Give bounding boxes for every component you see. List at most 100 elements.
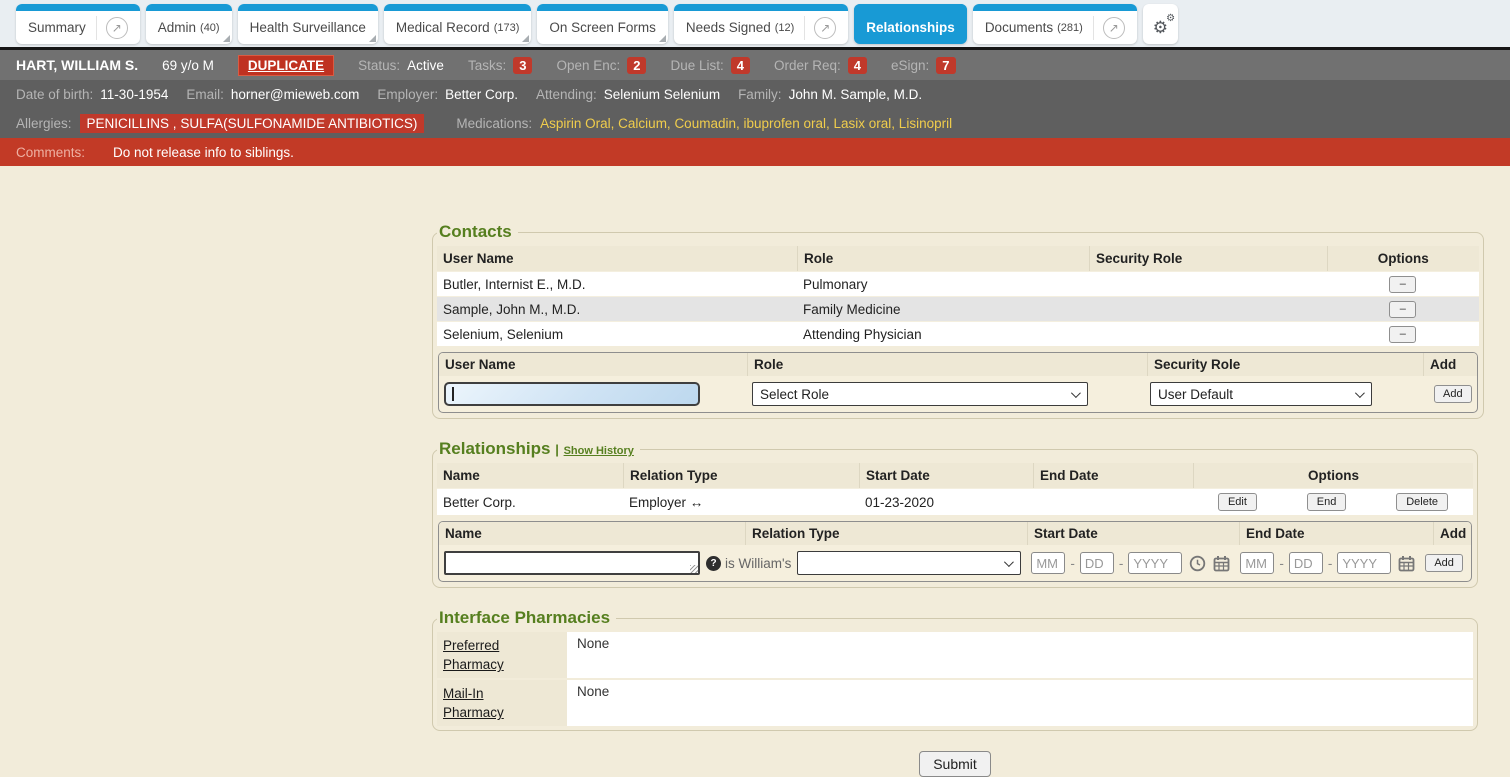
edit-relationship-button[interactable]: Edit: [1218, 493, 1257, 511]
duplicate-flag[interactable]: DUPLICATE: [238, 55, 334, 76]
add-contact-button[interactable]: Add: [1434, 385, 1472, 403]
tab-settings[interactable]: ⚙⚙: [1143, 4, 1178, 44]
contacts-header-role: Role: [797, 246, 1089, 271]
family-label: Family:: [738, 87, 782, 102]
chevron-down-icon: [1071, 388, 1081, 398]
clock-icon[interactable]: [1189, 555, 1206, 572]
add-rel-header-type: Relation Type: [745, 522, 1027, 545]
end-month-input[interactable]: [1240, 552, 1274, 574]
preferred-pharmacy-link[interactable]: Preferred Pharmacy: [443, 636, 535, 674]
tasks-label: Tasks:: [468, 58, 506, 73]
start-year-input[interactable]: [1128, 552, 1182, 574]
relationships-section: Relationships | Show History Name Relati…: [432, 439, 1478, 588]
date-separator: -: [1070, 556, 1075, 571]
mail-in-pharmacy-link[interactable]: Mail-In Pharmacy: [443, 684, 535, 722]
table-row: Sample, John M., M.D. Family Medicine –: [437, 296, 1479, 321]
contact-user: Selenium, Selenium: [437, 327, 797, 342]
relation-type-select[interactable]: [797, 551, 1021, 575]
tab-label: On Screen Forms: [549, 20, 656, 35]
email-value: horner@mieweb.com: [231, 87, 360, 102]
delete-relationship-button[interactable]: Delete: [1396, 493, 1448, 511]
remove-contact-button[interactable]: –: [1389, 301, 1416, 318]
relationship-name-input[interactable]: [444, 551, 700, 575]
email-label: Email:: [186, 87, 224, 102]
comments-bar: Comments: Do not release info to sibling…: [0, 138, 1510, 166]
submit-button[interactable]: Submit: [919, 751, 991, 777]
calendar-icon[interactable]: [1398, 555, 1415, 572]
start-month-input[interactable]: [1031, 552, 1065, 574]
status-label: Status:: [358, 58, 400, 73]
allergies-value[interactable]: PENICILLINS , SULFA(SULFONAMIDE ANTIBIOT…: [80, 114, 425, 133]
tab-count: (173): [494, 22, 520, 34]
patient-banner-row-3: Allergies: PENICILLINS , SULFA(SULFONAMI…: [0, 109, 1510, 138]
remove-contact-button[interactable]: –: [1389, 326, 1416, 343]
rel-header-options: Options: [1193, 463, 1473, 488]
date-separator: -: [1328, 556, 1333, 571]
add-contact-input-row: Select Role User Default Add: [439, 376, 1477, 412]
medications-value[interactable]: Aspirin Oral, Calcium, Coumadin, ibuprof…: [540, 116, 952, 131]
show-history-link[interactable]: Show History: [564, 445, 634, 457]
preferred-pharmacy-value: None: [567, 632, 619, 678]
contact-role-select[interactable]: Select Role: [752, 382, 1088, 406]
open-enc-badge[interactable]: 2: [627, 57, 646, 74]
tab-summary[interactable]: Summary ↗: [16, 4, 140, 44]
dob-label: Date of birth:: [16, 87, 93, 102]
tab-admin[interactable]: Admin (40): [146, 4, 232, 44]
tab-documents[interactable]: Documents (281) ↗: [973, 4, 1137, 44]
tab-on-screen-forms[interactable]: On Screen Forms: [537, 4, 668, 44]
remove-contact-button[interactable]: –: [1389, 276, 1416, 293]
selected-security-role: User Default: [1158, 387, 1233, 402]
tasks-badge[interactable]: 3: [513, 57, 532, 74]
allergies-label: Allergies:: [16, 116, 72, 131]
due-list-badge[interactable]: 4: [731, 57, 750, 74]
tab-health-surveillance[interactable]: Health Surveillance: [238, 4, 378, 44]
end-relationship-button[interactable]: End: [1307, 493, 1347, 511]
relationship-start-date: 01-23-2020: [859, 495, 1033, 510]
contact-user: Sample, John M., M.D.: [437, 302, 797, 317]
end-day-input[interactable]: [1289, 552, 1323, 574]
pharmacies-title: Interface Pharmacies: [437, 608, 616, 628]
patient-name: HART, WILLIAM S.: [16, 57, 138, 73]
tab-count: (12): [775, 22, 795, 34]
add-rel-header-name: Name: [439, 522, 745, 545]
contacts-section: Contacts User Name Role Security Role Op…: [432, 222, 1484, 419]
popout-icon[interactable]: ↗: [106, 17, 128, 39]
dropdown-fold-icon: [659, 35, 666, 42]
contact-username-input[interactable]: [444, 382, 700, 406]
popout-icon[interactable]: ↗: [1103, 17, 1125, 39]
popout-icon[interactable]: ↗: [814, 17, 836, 39]
help-icon[interactable]: ?: [706, 556, 721, 571]
tab-bar: Summary ↗ Admin (40) Health Surveillance…: [0, 0, 1510, 47]
order-req-badge[interactable]: 4: [848, 57, 867, 74]
add-relationship-button[interactable]: Add: [1425, 554, 1463, 572]
contact-user: Butler, Internist E., M.D.: [437, 277, 797, 292]
calendar-icon[interactable]: [1213, 555, 1230, 572]
open-enc-label: Open Enc:: [556, 58, 620, 73]
add-contact-header-row: User Name Role Security Role Add: [439, 353, 1477, 376]
resize-grip-icon[interactable]: [690, 565, 698, 573]
contact-security-role-select[interactable]: User Default: [1150, 382, 1372, 406]
relationship-name: Better Corp.: [437, 495, 623, 510]
tab-medical-record[interactable]: Medical Record (173): [384, 4, 531, 44]
table-row: Butler, Internist E., M.D. Pulmonary –: [437, 271, 1479, 296]
bidirectional-arrow-icon: ↔: [690, 495, 704, 510]
esign-badge[interactable]: 7: [936, 57, 955, 74]
comments-label: Comments:: [16, 145, 85, 160]
table-row: Better Corp. Employer ↔ 01-23-2020 Edit …: [437, 488, 1473, 515]
esign-label: eSign:: [891, 58, 929, 73]
tab-relationships[interactable]: Relationships: [854, 4, 967, 44]
date-separator: -: [1119, 556, 1124, 571]
start-day-input[interactable]: [1080, 552, 1114, 574]
patient-banner-row-1: HART, WILLIAM S. 69 y/o M DUPLICATE Stat…: [0, 50, 1510, 80]
contacts-header-row: User Name Role Security Role Options: [437, 246, 1479, 271]
submit-row: Submit: [432, 751, 1478, 777]
table-row: Mail-In Pharmacy None: [437, 680, 1473, 726]
tab-needs-signed[interactable]: Needs Signed (12) ↗: [674, 4, 848, 44]
add-contact-header-user: User Name: [439, 353, 747, 376]
add-relationship-header-row: Name Relation Type Start Date End Date A…: [439, 522, 1471, 545]
relationships-title: Relationships: [439, 439, 550, 458]
tab-label: Admin: [158, 20, 196, 35]
end-year-input[interactable]: [1337, 552, 1391, 574]
tab-label: Health Surveillance: [250, 20, 366, 35]
contacts-header-options: Options: [1327, 246, 1479, 271]
